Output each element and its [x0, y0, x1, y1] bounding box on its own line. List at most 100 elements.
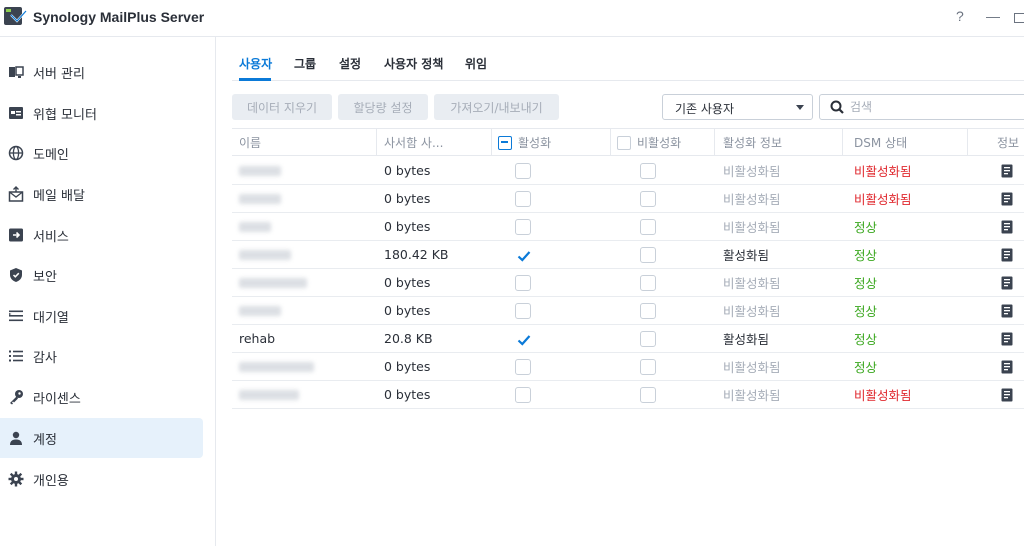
inactive-checkbox[interactable] — [640, 353, 656, 380]
column-header-active-label: 활성화 — [518, 136, 552, 150]
maximize-button[interactable] — [1014, 13, 1024, 23]
sidebar-item-domain[interactable]: 도메인 — [0, 133, 203, 173]
active-checkbox[interactable] — [515, 297, 531, 324]
inactive-checkbox[interactable] — [640, 297, 656, 324]
column-header-dsm-status[interactable]: DSM 상태 — [854, 129, 907, 156]
mailbox-size: 0 bytes — [384, 359, 431, 374]
user-name-redacted — [239, 157, 281, 184]
inactive-checkbox[interactable] — [640, 241, 656, 268]
active-checkbox[interactable] — [515, 325, 531, 352]
search-input[interactable] — [850, 98, 1020, 116]
clear-data-button[interactable]: 데이터 지우기 — [232, 94, 332, 120]
info-document-icon[interactable] — [1001, 325, 1013, 352]
inactive-checkbox[interactable] — [640, 213, 656, 240]
sidebar-item-server-management[interactable]: 서버 관리 — [0, 52, 203, 92]
sidebar-item-queue[interactable]: 대기열 — [0, 296, 203, 336]
table-row[interactable]: 0 bytes 비활성화됨 정상 — [232, 269, 1024, 297]
dsm-status: 비활성화됨 — [854, 192, 912, 207]
column-header-active[interactable]: 활성화 — [498, 129, 551, 156]
activation-info: 비활성화됨 — [723, 192, 781, 207]
info-document-icon[interactable] — [1001, 381, 1013, 408]
sidebar-item-label: 감사 — [33, 350, 57, 366]
sidebar-item-label: 도메인 — [33, 147, 69, 163]
server-icon — [8, 64, 24, 80]
sidebar-item-security[interactable]: 보안 — [0, 255, 203, 295]
active-checkbox[interactable] — [515, 269, 531, 296]
info-document-icon[interactable] — [1001, 241, 1013, 268]
user-name-redacted — [239, 185, 281, 212]
mailbox-size: 0 bytes — [384, 219, 431, 234]
inactive-checkbox[interactable] — [640, 325, 656, 352]
info-document-icon[interactable] — [1001, 213, 1013, 240]
quota-settings-button[interactable]: 할당량 설정 — [338, 94, 428, 120]
sidebar-item-mail-delivery[interactable]: 메일 배달 — [0, 174, 203, 214]
inactive-checkbox[interactable] — [640, 157, 656, 184]
select-all-active-checkbox[interactable] — [498, 135, 512, 150]
user-filter-value: 기존 사용자 — [675, 102, 735, 116]
dsm-status: 정상 — [854, 220, 878, 235]
column-header-mailbox[interactable]: 사서함 사... — [384, 129, 443, 156]
tab-users[interactable]: 사용자 — [239, 55, 272, 72]
info-document-icon[interactable] — [1001, 353, 1013, 380]
info-document-icon[interactable] — [1001, 185, 1013, 212]
mailbox-size: 180.42 KB — [384, 247, 449, 262]
sidebar-item-account[interactable]: 계정 — [0, 418, 203, 458]
table-row[interactable]: 0 bytes 비활성화됨 비활성화됨 — [232, 185, 1024, 213]
column-header-info[interactable]: 정보 — [997, 129, 1019, 156]
title-bar: Synology MailPlus Server ? — — [0, 0, 1024, 37]
info-document-icon[interactable] — [1001, 297, 1013, 324]
active-checkbox[interactable] — [515, 241, 531, 268]
mailplus-logo-icon — [4, 7, 27, 25]
active-checkbox[interactable] — [515, 185, 531, 212]
inactive-checkbox[interactable] — [640, 381, 656, 408]
sidebar-item-license[interactable]: 라이센스 — [0, 377, 203, 417]
list-icon — [8, 348, 24, 364]
mailbox-size: 20.8 KB — [384, 331, 433, 346]
column-header-inactive-label: 비활성화 — [637, 136, 682, 150]
tab-user-policy[interactable]: 사용자 정책 — [384, 55, 443, 72]
table-row[interactable]: rehab 20.8 KB 활성화됨 정상 — [232, 325, 1024, 353]
table-header: 이름 사서함 사... 활성화 비활성화 활성화 정보 DSM 상태 정보 — [232, 128, 1024, 156]
activation-info: 비활성화됨 — [723, 388, 781, 403]
table-row[interactable]: 0 bytes 비활성화됨 비활성화됨 — [232, 381, 1024, 409]
search-box[interactable] — [819, 94, 1024, 120]
activation-info: 비활성화됨 — [723, 360, 781, 375]
tab-settings[interactable]: 설정 — [339, 55, 361, 72]
inactive-checkbox[interactable] — [640, 185, 656, 212]
sidebar-item-services[interactable]: 서비스 — [0, 215, 203, 255]
active-checkbox[interactable] — [515, 381, 531, 408]
info-document-icon[interactable] — [1001, 157, 1013, 184]
globe-icon — [8, 145, 24, 161]
active-checkbox[interactable] — [515, 213, 531, 240]
sidebar-item-threat-monitor[interactable]: 위협 모니터 — [0, 93, 203, 133]
column-header-name[interactable]: 이름 — [239, 129, 261, 156]
tab-groups[interactable]: 그룹 — [294, 55, 316, 72]
import-export-button[interactable]: 가져오기/내보내기 — [434, 94, 559, 120]
column-header-inactive[interactable]: 비활성화 — [617, 129, 681, 156]
tab-delegation[interactable]: 위임 — [465, 55, 487, 72]
user-filter-select[interactable]: 기존 사용자 — [662, 94, 813, 120]
mailbox-size: 0 bytes — [384, 303, 431, 318]
monitor-icon — [8, 105, 24, 121]
mailbox-size: 0 bytes — [384, 387, 431, 402]
activation-info: 비활성화됨 — [723, 220, 781, 235]
info-document-icon[interactable] — [1001, 269, 1013, 296]
active-checkbox[interactable] — [515, 157, 531, 184]
minimize-button[interactable]: — — [986, 8, 1000, 24]
table-row[interactable]: 180.42 KB 활성화됨 정상 — [232, 241, 1024, 269]
column-header-activation-info[interactable]: 활성화 정보 — [723, 129, 782, 156]
inactive-checkbox[interactable] — [640, 269, 656, 296]
table-row[interactable]: 0 bytes 비활성화됨 정상 — [232, 297, 1024, 325]
user-name: rehab — [239, 331, 276, 346]
active-checkbox[interactable] — [515, 353, 531, 380]
sidebar-item-label: 라이센스 — [33, 391, 81, 407]
sidebar-item-audit[interactable]: 감사 — [0, 336, 203, 376]
dsm-status: 정상 — [854, 276, 878, 291]
table-row[interactable]: 0 bytes 비활성화됨 정상 — [232, 353, 1024, 381]
table-row[interactable]: 0 bytes 비활성화됨 비활성화됨 — [232, 157, 1024, 185]
help-button[interactable]: ? — [956, 8, 964, 24]
activation-info: 비활성화됨 — [723, 276, 781, 291]
sidebar-item-personal[interactable]: 개인용 — [0, 459, 203, 499]
table-row[interactable]: 0 bytes 비활성화됨 정상 — [232, 213, 1024, 241]
select-all-inactive-checkbox[interactable] — [617, 135, 631, 150]
